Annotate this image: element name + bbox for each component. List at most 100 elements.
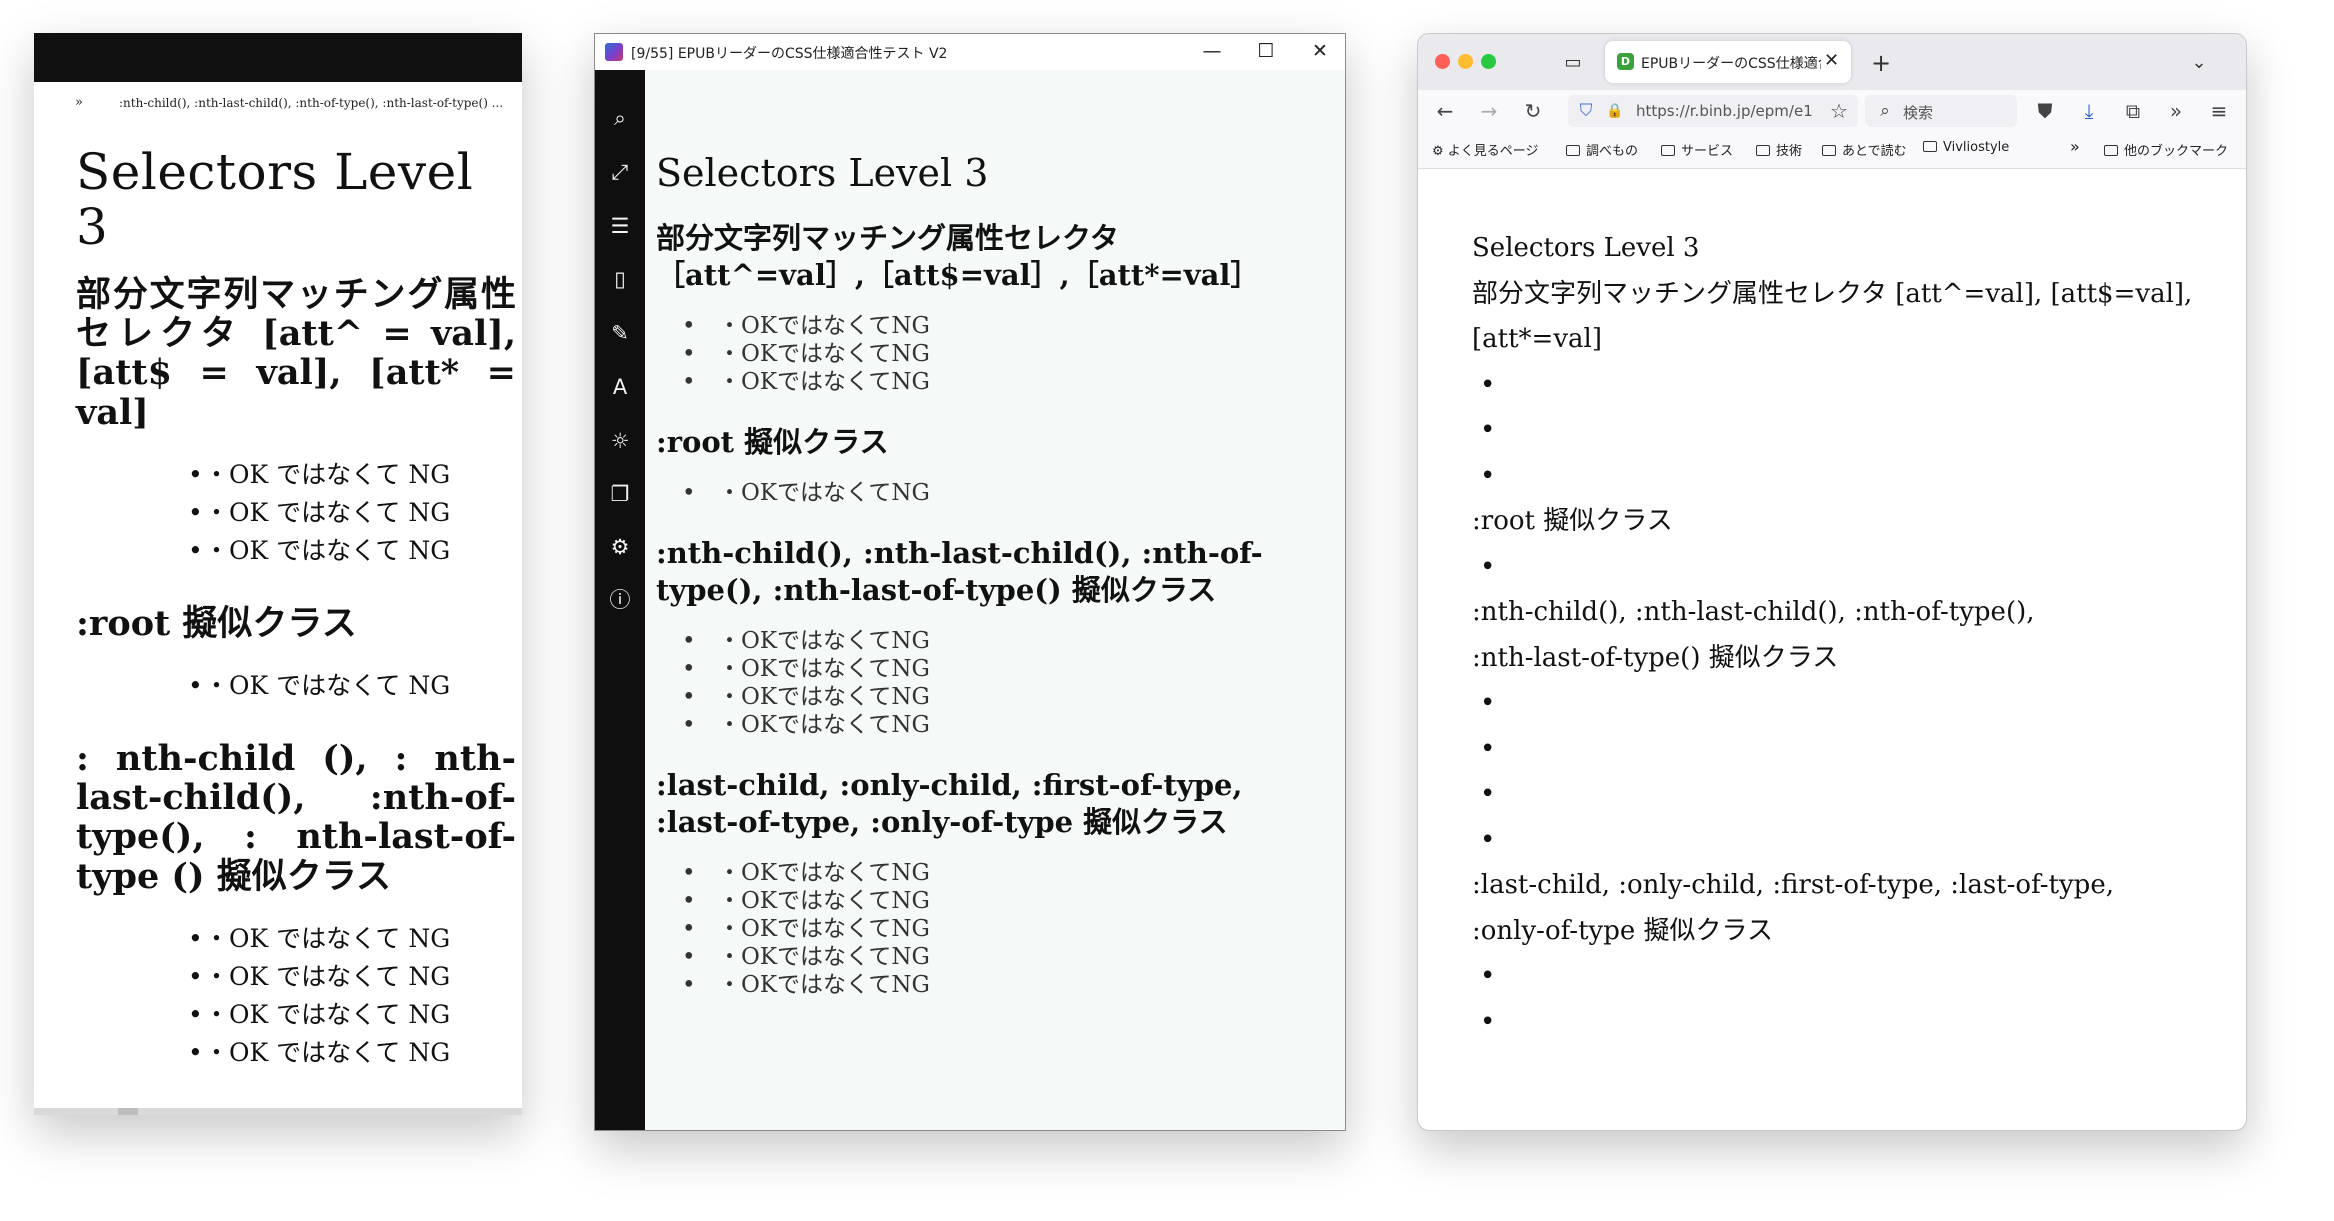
extensions-icon[interactable]: ⧉ xyxy=(2118,96,2148,126)
section-heading: 部分文字列マッチング属性セレクタ [att^ = val], [att$ = v… xyxy=(76,274,516,433)
tab-close-icon[interactable]: ✕ xyxy=(1824,50,1839,71)
list-item-text: ・OKではなくてNG xyxy=(718,860,930,887)
list-item-text: ・OK ではなくて NG xyxy=(204,535,451,565)
bookmark-icon[interactable]: ▯ xyxy=(595,259,645,299)
font-icon[interactable]: A xyxy=(595,367,645,407)
brightness-icon[interactable]: ☼ xyxy=(595,421,645,461)
list-item: • xyxy=(1480,460,1496,491)
section-heading: :root 擬似クラス xyxy=(76,602,357,644)
list-item: • xyxy=(1480,779,1496,809)
breadcrumb-chevron-icon[interactable]: » xyxy=(75,95,83,110)
result-list: •・OK ではなくて NG •・OK ではなくて NG •・OK ではなくて N… xyxy=(76,920,516,1072)
list-item-text: ・OK ではなくて NG xyxy=(204,999,451,1029)
list-item-text: ・OKではなくてNG xyxy=(718,340,930,367)
bullet: • xyxy=(682,972,696,999)
minimize-button[interactable]: — xyxy=(1185,34,1239,70)
list-item: • ・OKではなくてNG xyxy=(656,971,1326,999)
page-title: Selectors Level 3 xyxy=(1472,233,1700,263)
section-heading-cont: [att*=val] xyxy=(1472,324,1602,354)
bookmark-folder[interactable]: あとで読む xyxy=(1822,140,1907,159)
traffic-light-minimize[interactable] xyxy=(1458,54,1473,69)
list-item-text: ・OK ではなくて NG xyxy=(204,459,451,489)
reader-top-bar xyxy=(34,33,522,82)
bookmark-folder[interactable]: 技術 xyxy=(1756,140,1802,159)
bullet: • xyxy=(682,712,696,739)
traffic-light-close[interactable] xyxy=(1435,54,1450,69)
bullet: • xyxy=(682,888,696,915)
bookmark-folder[interactable]: Vivliostyle xyxy=(1923,140,2009,155)
folder-icon xyxy=(1822,145,1836,156)
bookmark-label: サービス xyxy=(1681,144,1734,159)
bullet: • xyxy=(682,312,696,339)
bullet: • xyxy=(682,368,696,395)
list-item-text: ・OK ではなくて NG xyxy=(204,497,451,527)
menu-icon[interactable]: ≡ xyxy=(2204,96,2234,126)
layout-icon[interactable]: ❐ xyxy=(595,474,645,514)
list-item: • ・OKではなくてNG xyxy=(656,627,1326,655)
bookmark-label: 調べもの xyxy=(1586,144,1639,159)
list-item: • ・OKではなくてNG xyxy=(656,683,1326,711)
section-heading: :root 擬似クラス xyxy=(656,424,889,459)
other-bookmarks-folder[interactable]: 他のブックマーク xyxy=(2104,140,2228,159)
url-text[interactable]: https://r.binb.jp/epm/e1 xyxy=(1636,102,1820,120)
section-heading: 部分文字列マッチング属性セレクタ [att^=val], [att$=val], xyxy=(1472,278,2193,309)
list-item: • ・OKではなくてNG xyxy=(656,915,1326,943)
lock-icon[interactable]: 🔒 xyxy=(1600,96,1630,126)
bookmarks-overflow-icon[interactable]: » xyxy=(2070,137,2080,156)
pocket-icon[interactable]: ⛊ xyxy=(2030,96,2060,126)
overflow-icon[interactable]: » xyxy=(2161,96,2191,126)
result-list: •・OK ではなくて NG •・OK ではなくて NG •・OK ではなくて N… xyxy=(76,456,516,570)
new-tab-button[interactable]: + xyxy=(1866,48,1896,78)
reader-content: Selectors Level 3 部分文字列マッチング属性セレクタ［att^=… xyxy=(656,151,1326,1027)
page-content: Selectors Level 3 部分文字列マッチング属性セレクタ [att^… xyxy=(1472,226,2212,1045)
highlight-icon[interactable]: ✎ xyxy=(595,313,645,353)
toc-icon[interactable]: ☰ xyxy=(595,206,645,246)
list-item: • ・OKではなくてNG xyxy=(656,711,1326,739)
bullet: • xyxy=(188,497,203,527)
app-icon xyxy=(605,43,623,61)
settings-icon[interactable]: ⚙ xyxy=(595,527,645,567)
search-icon[interactable]: ⌕ xyxy=(595,98,645,138)
forward-icon[interactable]: → xyxy=(1474,96,1504,126)
shield-icon[interactable]: ⛉ xyxy=(1571,96,1601,126)
list-item-text: ・OK ではなくて NG xyxy=(204,961,451,991)
info-icon[interactable]: ⓘ xyxy=(595,580,645,620)
result-list: •・OK ではなくて NG xyxy=(76,667,516,705)
bullet: • xyxy=(682,656,696,683)
search-icon: ⌕ xyxy=(1880,101,1890,121)
bookmark-label: 他のブックマーク xyxy=(2124,144,2229,159)
tab-overview-icon[interactable]: ▭ xyxy=(1558,48,1588,78)
active-tab[interactable]: D EPUBリーダーのCSS仕様適合性 ✕ xyxy=(1605,41,1851,83)
bookmark-star-icon[interactable]: ☆ xyxy=(1824,96,1854,126)
page-title: Selectors Level 3 xyxy=(656,151,989,195)
list-item: •・OK ではなくて NG xyxy=(188,532,516,570)
close-button[interactable]: ✕ xyxy=(1293,34,1345,70)
list-item: • xyxy=(1480,369,1496,400)
tab-list-icon[interactable]: ⌄ xyxy=(2184,48,2214,78)
back-icon[interactable]: ← xyxy=(1430,96,1460,126)
maximize-button[interactable]: ☐ xyxy=(1239,34,1293,70)
folder-icon xyxy=(1756,145,1770,156)
download-icon[interactable]: ⤓ xyxy=(2074,96,2104,126)
section-heading: 部分文字列マッチング属性セレクタ［att^=val］,［att$=val］,［a… xyxy=(656,220,1260,292)
fullscreen-icon[interactable]: ⤢ xyxy=(595,152,645,192)
list-item-text: ・OKではなくてNG xyxy=(718,312,930,339)
scrollbar-thumb[interactable] xyxy=(118,1108,138,1115)
bullet: • xyxy=(188,670,203,700)
reload-icon[interactable]: ↻ xyxy=(1518,96,1548,126)
bookmark-folder[interactable]: 調べもの xyxy=(1566,140,1638,159)
horizontal-scrollbar[interactable] xyxy=(34,1108,522,1115)
result-list: • ・OKではなくてNG • ・OKではなくてNG • ・OKではなくてNG • ・OK… xyxy=(656,627,1326,739)
traffic-light-zoom[interactable] xyxy=(1481,54,1496,69)
list-item: • ・OKではなくてNG xyxy=(656,368,1326,396)
search-placeholder[interactable]: 検索 xyxy=(1903,102,1933,123)
list-item-text: ・OKではなくてNG xyxy=(718,944,930,971)
bookmark-frequent[interactable]: ⚙ よく見るページ xyxy=(1432,140,1539,159)
list-item: • ・OKではなくてNG xyxy=(656,859,1326,887)
bookmark-folder[interactable]: サービス xyxy=(1661,140,1733,159)
list-item: •・OK ではなくて NG xyxy=(188,494,516,532)
bullet: • xyxy=(682,340,696,367)
bullet: • xyxy=(188,459,203,489)
tab-title: EPUBリーダーのCSS仕様適合性 xyxy=(1641,56,1821,72)
browser-chrome: ▭ D EPUBリーダーのCSS仕様適合性 ✕ + ⌄ ← → ↻ ⛉ 🔒 ht… xyxy=(1418,34,2246,169)
